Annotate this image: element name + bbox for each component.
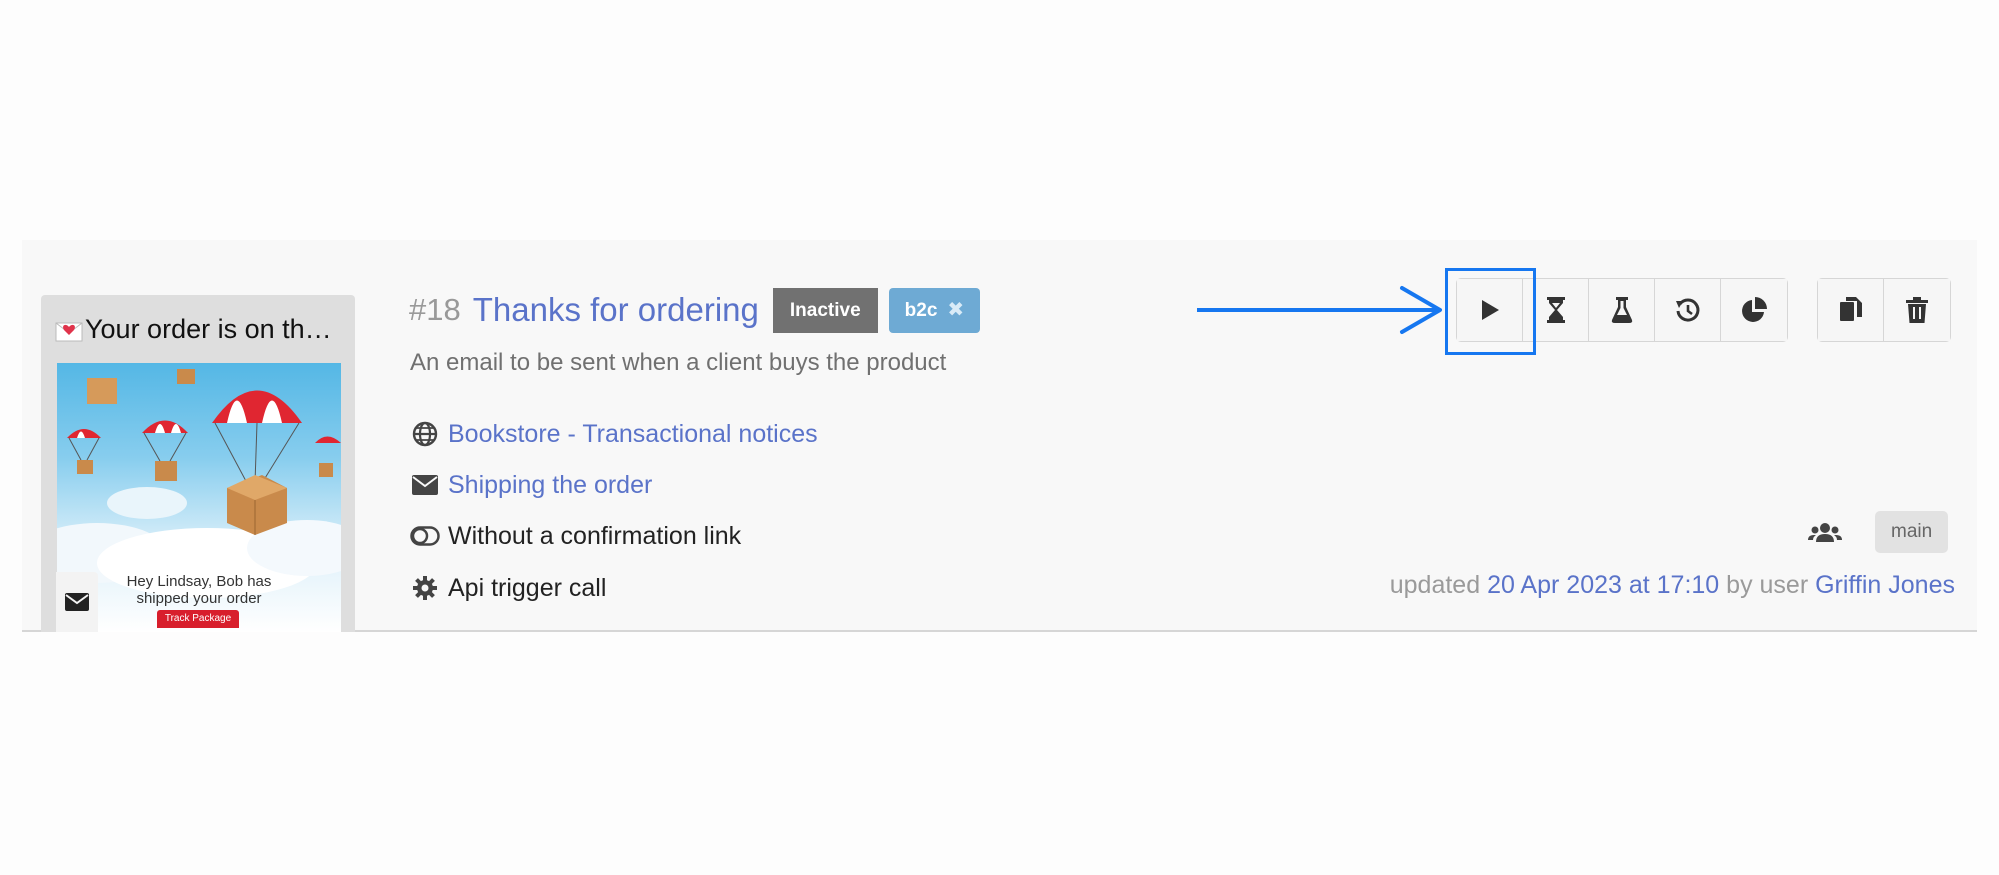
history-icon	[1675, 298, 1699, 322]
remove-tag-icon[interactable]: ✖	[947, 288, 964, 333]
campaign-manage-actions	[1817, 278, 1951, 342]
updated-date-link[interactable]: 20 Apr 2023 at 17:10	[1487, 571, 1719, 599]
template-link[interactable]: Shipping the order	[448, 471, 652, 500]
history-button[interactable]	[1655, 279, 1721, 341]
users-icon	[1808, 511, 1842, 558]
thumbnail-track-button: Track Package	[157, 610, 239, 628]
flask-icon	[1611, 297, 1632, 323]
test-button[interactable]	[1589, 279, 1655, 341]
updated-info: updated 20 Apr 2023 at 17:10 by user Gri…	[1390, 571, 1955, 600]
site-line: Bookstore - Transactional notices	[410, 417, 818, 451]
updated-prefix: updated	[1389, 571, 1481, 599]
confirmation-line: Without a confirmation link	[410, 519, 741, 553]
envelope-icon	[56, 572, 98, 632]
site-link[interactable]: Bookstore - Transactional notices	[448, 420, 818, 449]
love-letter-icon	[55, 318, 83, 342]
status-badge: Inactive	[772, 287, 878, 333]
campaign-description: An email to be sent when a client buys t…	[410, 349, 947, 376]
stats-button[interactable]	[1721, 279, 1787, 341]
confirmation-text: Without a confirmation link	[448, 521, 742, 550]
template-line: Shipping the order	[410, 468, 652, 502]
play-button-highlight	[1445, 268, 1536, 355]
updated-by: by user	[1726, 571, 1809, 599]
toggle-icon	[410, 521, 440, 551]
trigger-text: Api trigger call	[448, 573, 607, 602]
email-thumbnail[interactable]: Your order is on the… Hey Lindsay, Bob h…	[41, 295, 355, 632]
thumbnail-subject: Your order is on the…	[55, 313, 345, 345]
campaign-id: #18	[409, 292, 461, 327]
updated-user-link[interactable]: Griffin Jones	[1815, 571, 1955, 599]
campaign-title-line: #18 Thanks for ordering Inactive b2c ✖	[409, 287, 981, 333]
campaign-row: Your order is on the… Hey Lindsay, Bob h…	[22, 240, 1977, 632]
tag-label: b2c	[904, 299, 938, 321]
pie-chart-icon	[1742, 297, 1767, 322]
thumbnail-body-text: Hey Lindsay, Bob has shipped your order	[126, 573, 272, 607]
campaign-name-link[interactable]: Thanks for ordering	[473, 291, 759, 329]
thumbnail-image: Hey Lindsay, Bob has shipped your order …	[57, 363, 341, 632]
annotation-arrow	[1197, 286, 1442, 334]
branch-badge: main	[1875, 511, 1949, 553]
delete-button[interactable]	[1884, 279, 1950, 341]
globe-icon	[410, 419, 440, 449]
duplicate-button[interactable]	[1818, 279, 1884, 341]
trash-icon	[1906, 297, 1928, 323]
hourglass-icon	[1546, 297, 1565, 323]
tag-badge: b2c ✖	[888, 287, 981, 333]
copy-icon	[1839, 297, 1862, 321]
gear-icon	[410, 573, 440, 603]
trigger-line: Api trigger call	[410, 571, 606, 605]
envelope-icon	[410, 470, 440, 500]
